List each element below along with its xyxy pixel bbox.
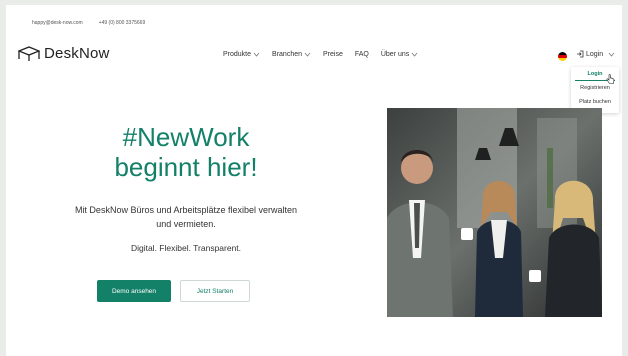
page: happy@desk-now.com +49 (0) 800 3375669 D… [6, 5, 622, 356]
start-button[interactable]: Jetzt Starten [180, 280, 250, 302]
brand-name: DeskNow [44, 45, 110, 62]
login-arrow-icon [577, 50, 584, 58]
nav-label: Preise [323, 51, 343, 58]
contact-bar: happy@desk-now.com +49 (0) 800 3375669 [32, 17, 145, 29]
dropdown-item-platz-buchen[interactable]: Platz buchen [571, 95, 619, 109]
hero-description: Mit DeskNow Büros und Arbeitsplätze flex… [58, 203, 314, 231]
chevron-down-icon [253, 52, 260, 57]
nav-item-produkte[interactable]: Produkte [223, 51, 260, 58]
description-line-2: und vermieten. [156, 219, 216, 229]
site-header: DeskNow Produkte Branchen Preise FAQ Übe… [6, 41, 622, 69]
brand-logo[interactable]: DeskNow [18, 45, 110, 62]
main-nav: Produkte Branchen Preise FAQ Über uns [223, 51, 418, 58]
hero-photo [387, 108, 602, 317]
nav-item-preise[interactable]: Preise [323, 51, 343, 58]
nav-item-faq[interactable]: FAQ [355, 51, 369, 58]
logo-desk-icon [18, 45, 40, 61]
demo-button[interactable]: Demo ansehen [97, 280, 171, 302]
chevron-down-icon [608, 52, 615, 57]
hand-cursor-icon [606, 74, 615, 84]
chevron-down-icon [304, 52, 311, 57]
chevron-down-icon [411, 52, 418, 57]
nav-label: Produkte [223, 51, 252, 58]
nav-label: Über uns [380, 51, 410, 58]
nav-label: FAQ [354, 51, 369, 58]
nav-item-ueber-uns[interactable]: Über uns [381, 51, 418, 58]
nav-label: Branchen [272, 51, 302, 58]
headline-line-2: beginnt hier! [114, 152, 258, 182]
headline-line-1: #NewWork [122, 122, 250, 152]
german-flag-icon[interactable] [558, 52, 567, 61]
nav-item-branchen[interactable]: Branchen [272, 51, 311, 58]
login-button[interactable]: Login [576, 50, 615, 58]
description-line-1: Mit DeskNow Büros und Arbeitsplätze flex… [74, 205, 298, 215]
contact-phone[interactable]: +49 (0) 800 3375669 [99, 20, 146, 26]
contact-email[interactable]: happy@desk-now.com [32, 20, 83, 26]
login-label: Login [586, 50, 604, 58]
hero-headline: #NewWork beginnt hier! [66, 122, 306, 182]
hero-tagline: Digital. Flexibel. Transparent. [130, 243, 242, 253]
